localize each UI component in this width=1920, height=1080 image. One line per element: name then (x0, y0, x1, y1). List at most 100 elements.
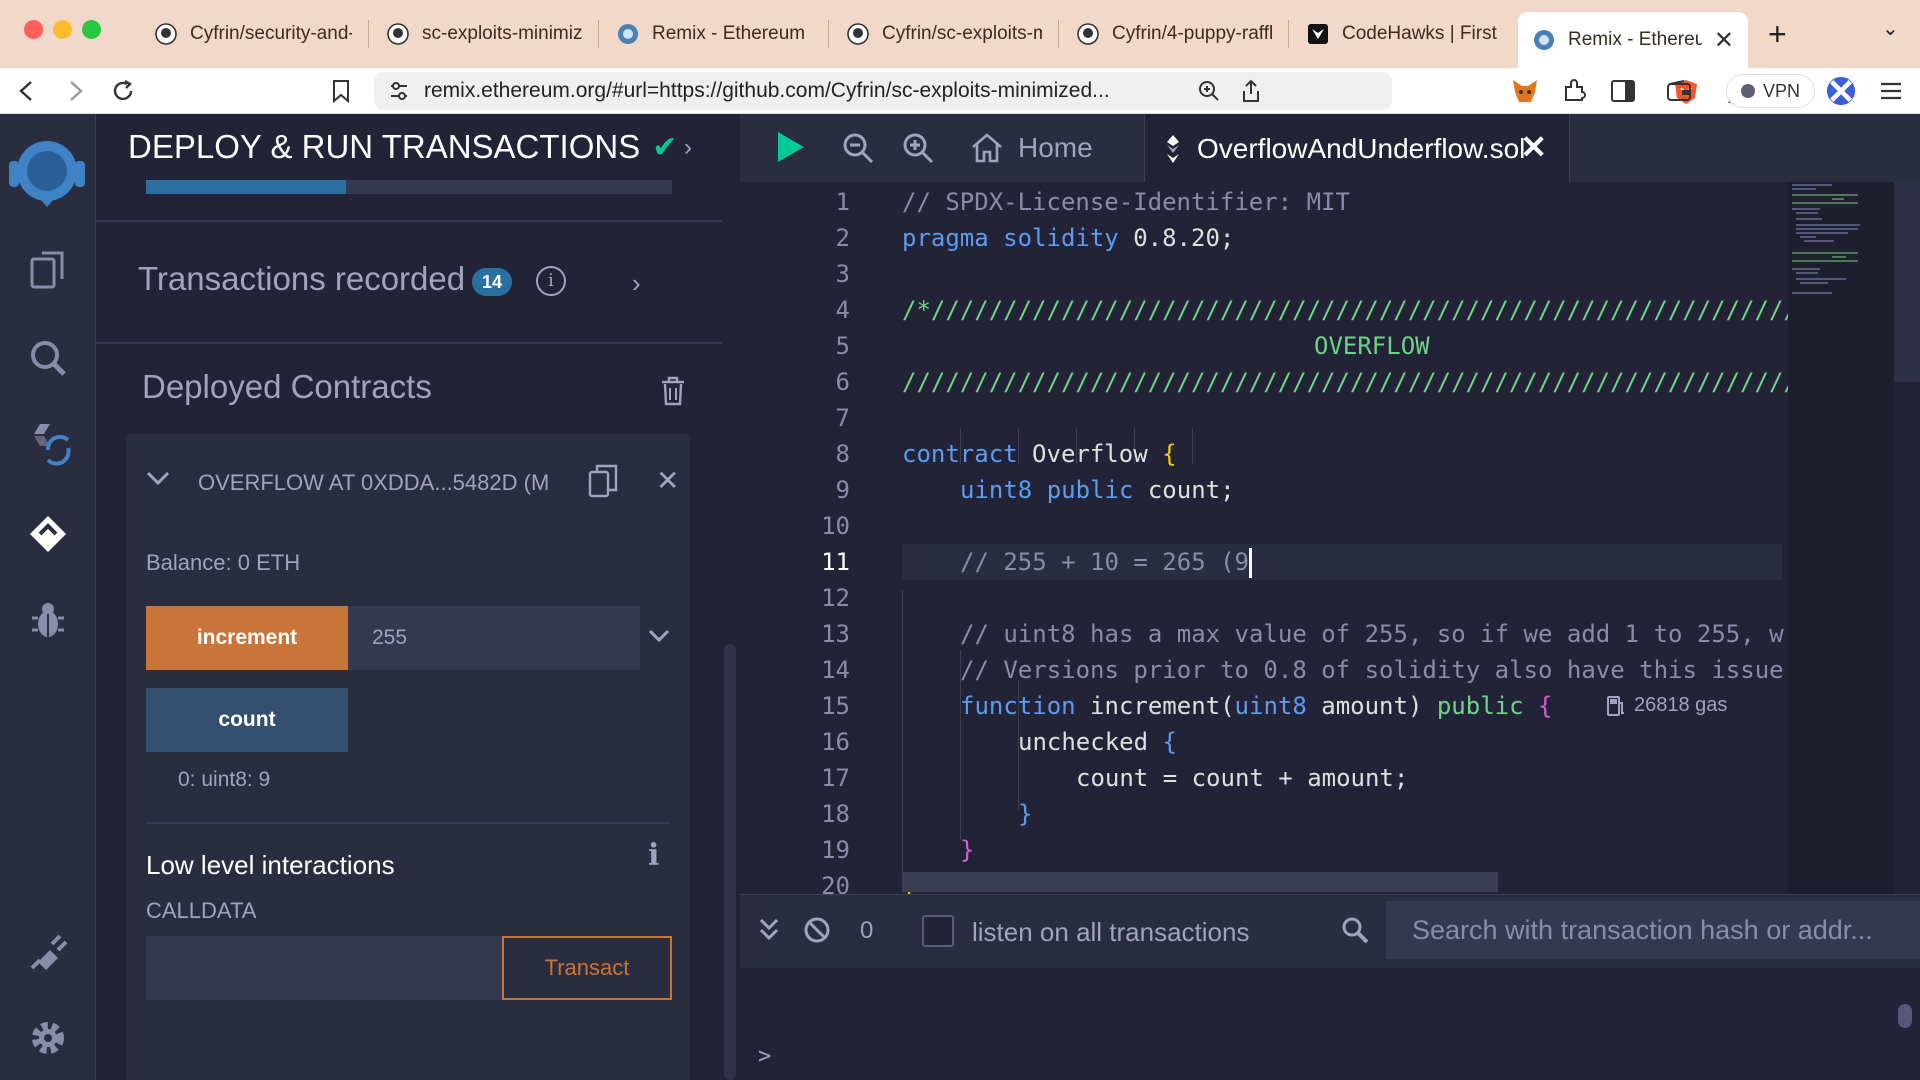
line-number-gutter: 1 2 3 4 5 6 7 8 9 10 11 12 13 14 15 16 17 18 19 20 (740, 182, 902, 894)
address-bar[interactable]: remix.ethereum.org/#url=https://github.c… (374, 72, 1754, 110)
zoom-icon[interactable] (1194, 76, 1224, 106)
transact-button[interactable]: Transact (502, 936, 672, 1000)
code-line-1: // SPDX-License-Identifier: MIT (902, 188, 1350, 216)
reload-button[interactable] (106, 74, 140, 108)
editor-horizontal-scrollbar[interactable] (902, 872, 1498, 892)
extensions-icon[interactable] (1560, 76, 1590, 106)
transactions-recorded-label[interactable]: Transactions recorded (138, 260, 465, 298)
vpn-button[interactable]: VPN (1726, 74, 1816, 108)
chevron-down-icon[interactable] (648, 622, 670, 650)
browser-tab[interactable]: sc-exploits-minimize (372, 14, 596, 54)
line-number: 12 (821, 584, 850, 612)
transaction-search-input[interactable] (1386, 901, 1920, 959)
terminal-scrollbar[interactable] (1898, 1004, 1912, 1028)
solidity-compiler-icon[interactable] (22, 418, 74, 470)
contract-instance-title[interactable]: OVERFLOW AT 0XDDA...5482D (M (198, 470, 548, 496)
share-icon[interactable] (1236, 76, 1266, 106)
terminal-toolbar: 0 listen on all transactions (740, 894, 1920, 968)
vpn-status-icon (1741, 84, 1755, 98)
deploy-run-icon[interactable] (22, 508, 74, 560)
code-line-16: unchecked { (1018, 728, 1177, 756)
panel-title: DEPLOY & RUN TRANSACTIONS (128, 128, 641, 165)
minimize-window-button[interactable] (53, 20, 72, 39)
remix-icon (616, 22, 640, 46)
panel-scrollbar[interactable] (724, 644, 736, 1080)
debugger-icon[interactable] (22, 594, 74, 646)
sidebar-toggle-icon[interactable] (1608, 76, 1638, 106)
info-icon[interactable]: i (648, 838, 659, 873)
github-icon (1076, 22, 1100, 46)
close-window-button[interactable] (24, 20, 43, 39)
wallet-icon[interactable] (1664, 76, 1694, 106)
browser-tab[interactable]: Cyfrin/4-puppy-raffl (1062, 14, 1286, 54)
run-script-icon[interactable] (774, 130, 808, 164)
search-icon[interactable] (22, 332, 74, 384)
count-button[interactable]: count (146, 688, 348, 752)
zoom-out-icon[interactable] (842, 132, 874, 164)
tab-overflow-file[interactable]: OverflowAndUnderflow.sol ✕ (1144, 114, 1570, 184)
code-line-18: } (1018, 800, 1033, 828)
tab-list-chevron-icon[interactable]: ⌄ (1882, 16, 1899, 41)
line-number: 6 (835, 368, 850, 396)
chevron-right-icon[interactable]: › (632, 268, 641, 299)
increment-amount-input[interactable] (348, 606, 640, 670)
line-number: 8 (835, 440, 850, 468)
metamask-icon[interactable] (1510, 76, 1540, 106)
back-button[interactable] (10, 74, 44, 108)
calldata-input[interactable] (146, 936, 502, 1000)
profile-avatar-icon[interactable] (1826, 76, 1856, 106)
code-line-13: // uint8 has a max value of 255, so if w… (960, 620, 1784, 648)
close-icon[interactable]: ✕ (656, 464, 679, 497)
line-number: 7 (835, 404, 850, 432)
gas-pump-icon (1607, 695, 1624, 716)
github-icon (386, 22, 410, 46)
code-line-5: OVERFLOW (1314, 332, 1430, 360)
chevron-right-icon[interactable]: › (684, 134, 692, 162)
browser-toolbar: remix.ethereum.org/#url=https://github.c… (0, 68, 1920, 114)
github-icon (846, 22, 870, 46)
menu-icon[interactable] (1876, 76, 1906, 106)
browser-tab[interactable]: CodeHawks | First F (1292, 14, 1516, 54)
editor-minimap[interactable] (1788, 182, 1894, 894)
line-number: 14 (821, 656, 850, 684)
browser-tab[interactable]: Cyfrin/security-and- (140, 14, 366, 54)
line-number: 1 (835, 188, 850, 216)
zoom-in-icon[interactable] (902, 132, 934, 164)
chevron-down-icon[interactable] (146, 466, 170, 492)
remix-logo-icon[interactable] (4, 130, 90, 216)
maximize-window-button[interactable] (82, 20, 101, 39)
count-call-result: 0: uint8: 9 (178, 768, 271, 791)
info-icon[interactable]: i (536, 266, 566, 296)
terminal-prompt[interactable]: > (758, 1044, 771, 1069)
copy-icon[interactable] (588, 464, 618, 498)
clear-console-icon[interactable] (802, 915, 832, 945)
low-level-interactions-title: Low level interactions (146, 850, 395, 880)
listen-all-label[interactable]: listen on all transactions (972, 917, 1249, 948)
file-explorer-icon[interactable] (22, 244, 74, 296)
increment-button[interactable]: increment (146, 606, 348, 670)
tab-home[interactable]: Home (970, 128, 1093, 168)
forward-button[interactable] (58, 74, 92, 108)
line-number: 13 (821, 620, 850, 648)
settings-gear-icon[interactable] (22, 1012, 74, 1064)
close-tab-icon[interactable]: ✕ (1702, 26, 1734, 55)
plugin-manager-icon[interactable] (22, 926, 74, 978)
deploy-run-panel: DEPLOY & RUN TRANSACTIONS ✔ › Transactio… (96, 114, 740, 1080)
site-settings-icon[interactable] (388, 80, 410, 102)
listen-all-checkbox[interactable] (922, 915, 954, 947)
code-line-9: uint8 public count; (960, 476, 1235, 504)
browser-tab[interactable]: Remix - Ethereum ID (602, 14, 826, 54)
panel-progress-bar (146, 180, 672, 194)
trash-icon[interactable] (660, 376, 686, 406)
bookmark-icon[interactable] (324, 74, 358, 108)
gas-estimate: 26818 gas (1606, 694, 1727, 717)
terminal-output[interactable]: > (740, 968, 1920, 1080)
collapse-terminal-icon[interactable] (754, 915, 784, 945)
code-editor[interactable]: // SPDX-License-Identifier: MIT pragma s… (902, 182, 1788, 894)
browser-tab[interactable]: Cyfrin/sc-exploits-m (832, 14, 1056, 54)
line-number: 11 (821, 548, 850, 576)
new-tab-button[interactable]: + (1768, 14, 1787, 54)
close-tab-icon[interactable]: ✕ (1520, 128, 1547, 166)
browser-tab-active[interactable]: Remix - Ethereu ✕ (1518, 12, 1748, 68)
editor-vertical-scrollbar[interactable] (1894, 182, 1920, 894)
